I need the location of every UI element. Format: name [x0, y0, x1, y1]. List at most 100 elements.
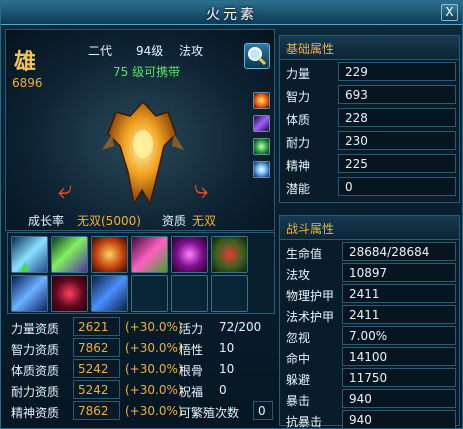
skill-grid: ▲	[7, 232, 275, 314]
pet-info-window: 火元素 X 雄 6896 二代 94级 法攻 75 级可携带 ⤶ ⤷ 成长率 无…	[0, 0, 463, 429]
aptitude-row: 智力资质 7862 (+30.0%) 悟性 10	[7, 338, 275, 359]
attribute-label: 祝福	[179, 385, 204, 399]
combat-value: 2411	[342, 305, 456, 324]
basic-label: 精神	[286, 159, 311, 173]
aptitude-row: 精神资质 7862 (+30.0%) 可繁殖次数 0	[7, 401, 275, 422]
growth-label: 成长率	[28, 214, 65, 228]
nature-slash-skill-icon[interactable]	[51, 236, 88, 273]
quality-label: 资质	[162, 214, 187, 228]
combat-label: 生命值	[286, 247, 323, 261]
ice-slash-skill-icon[interactable]	[11, 236, 48, 273]
combat-value: 7.00%	[342, 326, 456, 345]
basic-value: 693	[338, 85, 456, 104]
combat-row: 法攻 10897	[280, 261, 459, 282]
fire-buff-icon[interactable]	[253, 92, 270, 109]
tornado-skill-icon[interactable]	[91, 275, 128, 312]
basic-value: 228	[338, 108, 456, 127]
basic-row: 精神 225	[280, 152, 459, 175]
aptitude-label: 体质资质	[11, 364, 60, 378]
attribute-label: 根骨	[179, 364, 204, 378]
wind-buff-icon[interactable]	[253, 138, 270, 155]
aptitude-bonus: (+30.0%)	[125, 341, 183, 355]
aptitude-label: 智力资质	[11, 343, 60, 357]
basic-value: 0	[338, 177, 456, 196]
combat-label: 抗暴击	[286, 415, 323, 429]
combat-label: 躲避	[286, 373, 311, 387]
combat-row: 躲避 11750	[280, 366, 459, 387]
combat-row: 忽视 7.00%	[280, 324, 459, 345]
horned-beast-skill-icon[interactable]	[211, 236, 248, 273]
basic-value: 229	[338, 62, 456, 81]
lightning-buff-icon[interactable]	[253, 115, 270, 132]
aptitude-bonus: (+30.0%)	[125, 404, 183, 418]
combat-row: 暴击 940	[280, 387, 459, 408]
combat-label: 忽视	[286, 331, 311, 345]
combat-label: 暴击	[286, 394, 311, 408]
carry-level: 75 级可携带	[113, 63, 180, 80]
combat-attributes-panel: 战斗属性 生命值 28684/28684 法攻 10897 物理护甲 2411 …	[279, 215, 460, 429]
combat-value: 940	[342, 410, 456, 429]
empty-skill-slot[interactable]	[131, 275, 168, 312]
fire-beast-skill-icon[interactable]	[91, 236, 128, 273]
combat-power: 6896	[12, 76, 43, 90]
dark-bolt-skill-icon[interactable]	[171, 236, 208, 273]
combat-row: 抗暴击 940	[280, 408, 459, 429]
breed-count-value: 0	[253, 401, 273, 420]
basic-label: 体质	[286, 113, 311, 127]
aptitude-label: 力量资质	[11, 322, 60, 336]
basic-attributes-panel: 基础属性 力量 229 智力 693 体质 228 耐力 230 精神 225 …	[279, 35, 460, 203]
generation-label: 二代	[88, 44, 113, 58]
basic-row: 体质 228	[280, 106, 459, 129]
basic-row: 智力 693	[280, 83, 459, 106]
basic-value: 230	[338, 131, 456, 150]
gender-label: 雄	[14, 49, 37, 75]
attribute-value: 0	[219, 383, 227, 397]
combat-value: 940	[342, 389, 456, 408]
combat-value: 11750	[342, 368, 456, 387]
upgrade-arrow-icon: ▲	[20, 259, 30, 273]
aptitude-label: 精神资质	[11, 406, 60, 420]
lightning-storm-skill-icon[interactable]	[11, 275, 48, 312]
magnifier-icon	[248, 47, 267, 66]
pet-portrait: 雄 6896 二代 94级 法攻 75 级可携带 ⤶ ⤷ 成长率 无双(5000…	[5, 29, 275, 231]
aptitude-bonus: (+30.0%)	[125, 320, 183, 334]
growth-value: 无双(5000)	[77, 214, 141, 228]
attribute-label: 悟性	[179, 343, 204, 357]
basic-label: 耐力	[286, 136, 311, 150]
basic-label: 潜能	[286, 182, 311, 196]
attribute-value: 72/200	[219, 320, 262, 334]
combat-value: 10897	[342, 263, 456, 282]
combat-row: 物理护甲 2411	[280, 282, 459, 303]
basic-label: 智力	[286, 90, 311, 104]
basic-label: 力量	[286, 67, 311, 81]
arrow-right-icon: ⤷	[194, 175, 209, 205]
red-claw-skill-icon[interactable]	[51, 275, 88, 312]
pet-type-label: 法攻	[179, 44, 204, 58]
magnifier-button[interactable]	[244, 43, 270, 69]
empty-skill-slot[interactable]	[211, 275, 248, 312]
carry-level-text: 级可携带	[132, 65, 181, 79]
title-bar[interactable]: 火元素 X	[1, 1, 462, 25]
window-title: 火元素	[206, 7, 257, 23]
basic-attributes-title: 基础属性	[280, 36, 459, 60]
aptitude-row: 力量资质 2621 (+30.0%) 活力 72/200	[7, 317, 275, 338]
close-button[interactable]: X	[441, 4, 458, 21]
combat-value: 28684/28684	[342, 242, 456, 261]
star-buff-icon[interactable]	[253, 161, 270, 178]
aptitude-value: 2621	[73, 317, 120, 336]
empty-skill-slot[interactable]	[171, 275, 208, 312]
carry-level-number: 75	[113, 65, 129, 79]
combat-row: 生命值 28684/28684	[280, 240, 459, 261]
aptitude-bonus: (+30.0%)	[125, 362, 183, 376]
poison-claw-skill-icon[interactable]	[131, 236, 168, 273]
attribute-value: 10	[219, 362, 235, 376]
arrow-left-icon: ⤶	[58, 175, 73, 205]
attribute-label: 活力	[179, 322, 204, 336]
level-label: 94级	[136, 44, 164, 58]
combat-value: 2411	[342, 284, 456, 303]
combat-label: 法术护甲	[286, 310, 335, 324]
combat-row: 命中 14100	[280, 345, 459, 366]
basic-row: 力量 229	[280, 60, 459, 83]
basic-row: 潜能 0	[280, 175, 459, 198]
combat-label: 物理护甲	[286, 289, 335, 303]
